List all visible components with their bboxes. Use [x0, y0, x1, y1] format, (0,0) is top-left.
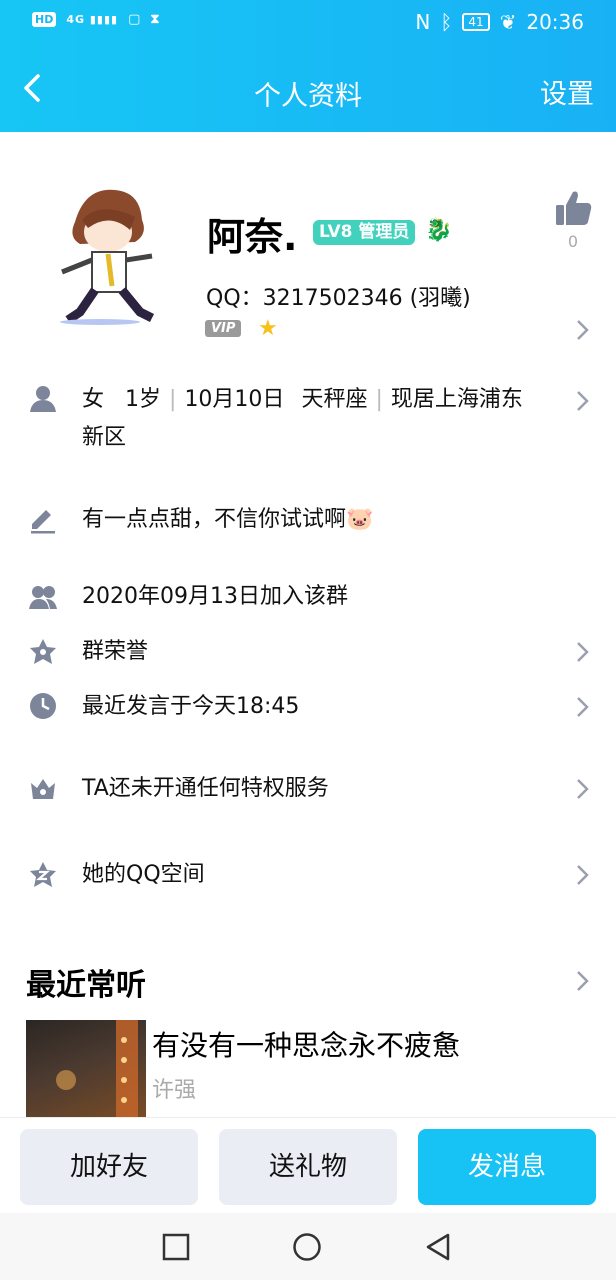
chevron-right-icon[interactable] [576, 696, 590, 718]
system-nav-bar [0, 1213, 616, 1280]
nfc-icon: N [415, 10, 431, 34]
status-time: 20:36 [526, 10, 584, 34]
signature: 有一点点甜，不信你试试啊🐷 [82, 507, 374, 532]
hd-badge: HD [32, 12, 57, 27]
signal-icon: 4G ▮▮▮▮ [66, 13, 119, 26]
send-gift-button[interactable]: 送礼物 [219, 1129, 397, 1205]
group-honor[interactable]: 群荣誉 [82, 633, 148, 671]
like-count: 0 [567, 232, 579, 251]
age: 1岁 [125, 387, 162, 412]
chevron-right-icon[interactable] [576, 319, 590, 341]
qzone-star-icon [30, 862, 56, 887]
location-continued: 新区 [82, 425, 127, 450]
gender: 女 [82, 387, 105, 412]
chevron-right-icon[interactable] [576, 970, 590, 992]
vip-badge: VIP [205, 320, 242, 337]
honor-star-icon [30, 639, 56, 664]
last-spoke[interactable]: 最近发言于今天18:45 [82, 688, 299, 726]
profile-content: 阿奈. LV8 管理员 🐉 QQ：3217502346 (羽曦) VIP ★ 0… [0, 132, 616, 1117]
chevron-right-icon[interactable] [576, 864, 590, 886]
status-left: HD 4G ▮▮▮▮ ▢ ⧗ [32, 12, 160, 27]
page-title: 个人资料 [254, 81, 362, 112]
birthday: 10月10日 [184, 387, 285, 412]
bluetooth-icon: ᛒ [440, 10, 453, 34]
title-bar: 个人资料 设置 [0, 46, 616, 132]
clock-icon [30, 693, 56, 719]
add-friend-button[interactable]: 加好友 [20, 1129, 198, 1205]
profile-name: 阿奈. [207, 215, 298, 259]
app-notification-icon: ▢ [128, 12, 141, 27]
song-title[interactable]: 有没有一种思念永不疲惫 [152, 1024, 460, 1064]
qq-number: QQ：3217502346 (羽曦) [206, 286, 471, 311]
home-icon[interactable] [292, 1232, 322, 1262]
level-badge: LV8 管理员 [313, 220, 416, 245]
chevron-right-icon[interactable] [576, 390, 590, 412]
basic-info[interactable]: 女 1岁 | 10月10日 天秤座 | 现居上海浦东 新区 [82, 381, 523, 457]
crown-icon [31, 779, 55, 799]
dragon-icon: 🐉 [425, 218, 453, 243]
battery-icon: 41 [462, 13, 490, 31]
status-right: N ᛒ 41 ❦ 20:36 [415, 10, 584, 34]
zodiac: 天秤座 [301, 387, 368, 412]
privilege-status[interactable]: TA还未开通任何特权服务 [82, 770, 329, 808]
status-bar: HD 4G ▮▮▮▮ ▢ ⧗ N ᛒ 41 ❦ 20:36 [0, 0, 616, 46]
song-artist: 许强 [152, 1078, 197, 1103]
leaf-icon: ❦ [499, 10, 517, 34]
settings-button[interactable]: 设置 [540, 72, 594, 111]
album-cover[interactable] [26, 1020, 146, 1117]
hourglass-icon: ⧗ [150, 12, 160, 27]
bottom-action-bar: 加好友 送礼物 发消息 [0, 1117, 616, 1213]
join-date: 2020年09月13日加入该群 [82, 584, 348, 609]
nav-back-icon[interactable] [424, 1232, 452, 1262]
pencil-icon [31, 510, 55, 534]
star-icon: ★ [258, 316, 278, 341]
album-art [56, 1020, 138, 1117]
send-message-button[interactable]: 发消息 [418, 1129, 596, 1205]
chevron-right-icon[interactable] [576, 778, 590, 800]
divider: | [169, 387, 177, 412]
divider: | [375, 387, 383, 412]
person-icon [30, 386, 56, 412]
group-members-icon [29, 586, 57, 609]
avatar[interactable] [40, 182, 170, 332]
recent-apps-icon[interactable] [162, 1233, 190, 1261]
qzone-link[interactable]: 她的QQ空间 [82, 856, 205, 894]
recently-listened-title: 最近常听 [26, 968, 146, 1003]
thumbs-up-icon[interactable] [553, 188, 593, 228]
location: 现居上海浦东 [390, 387, 523, 412]
chevron-right-icon[interactable] [576, 641, 590, 663]
